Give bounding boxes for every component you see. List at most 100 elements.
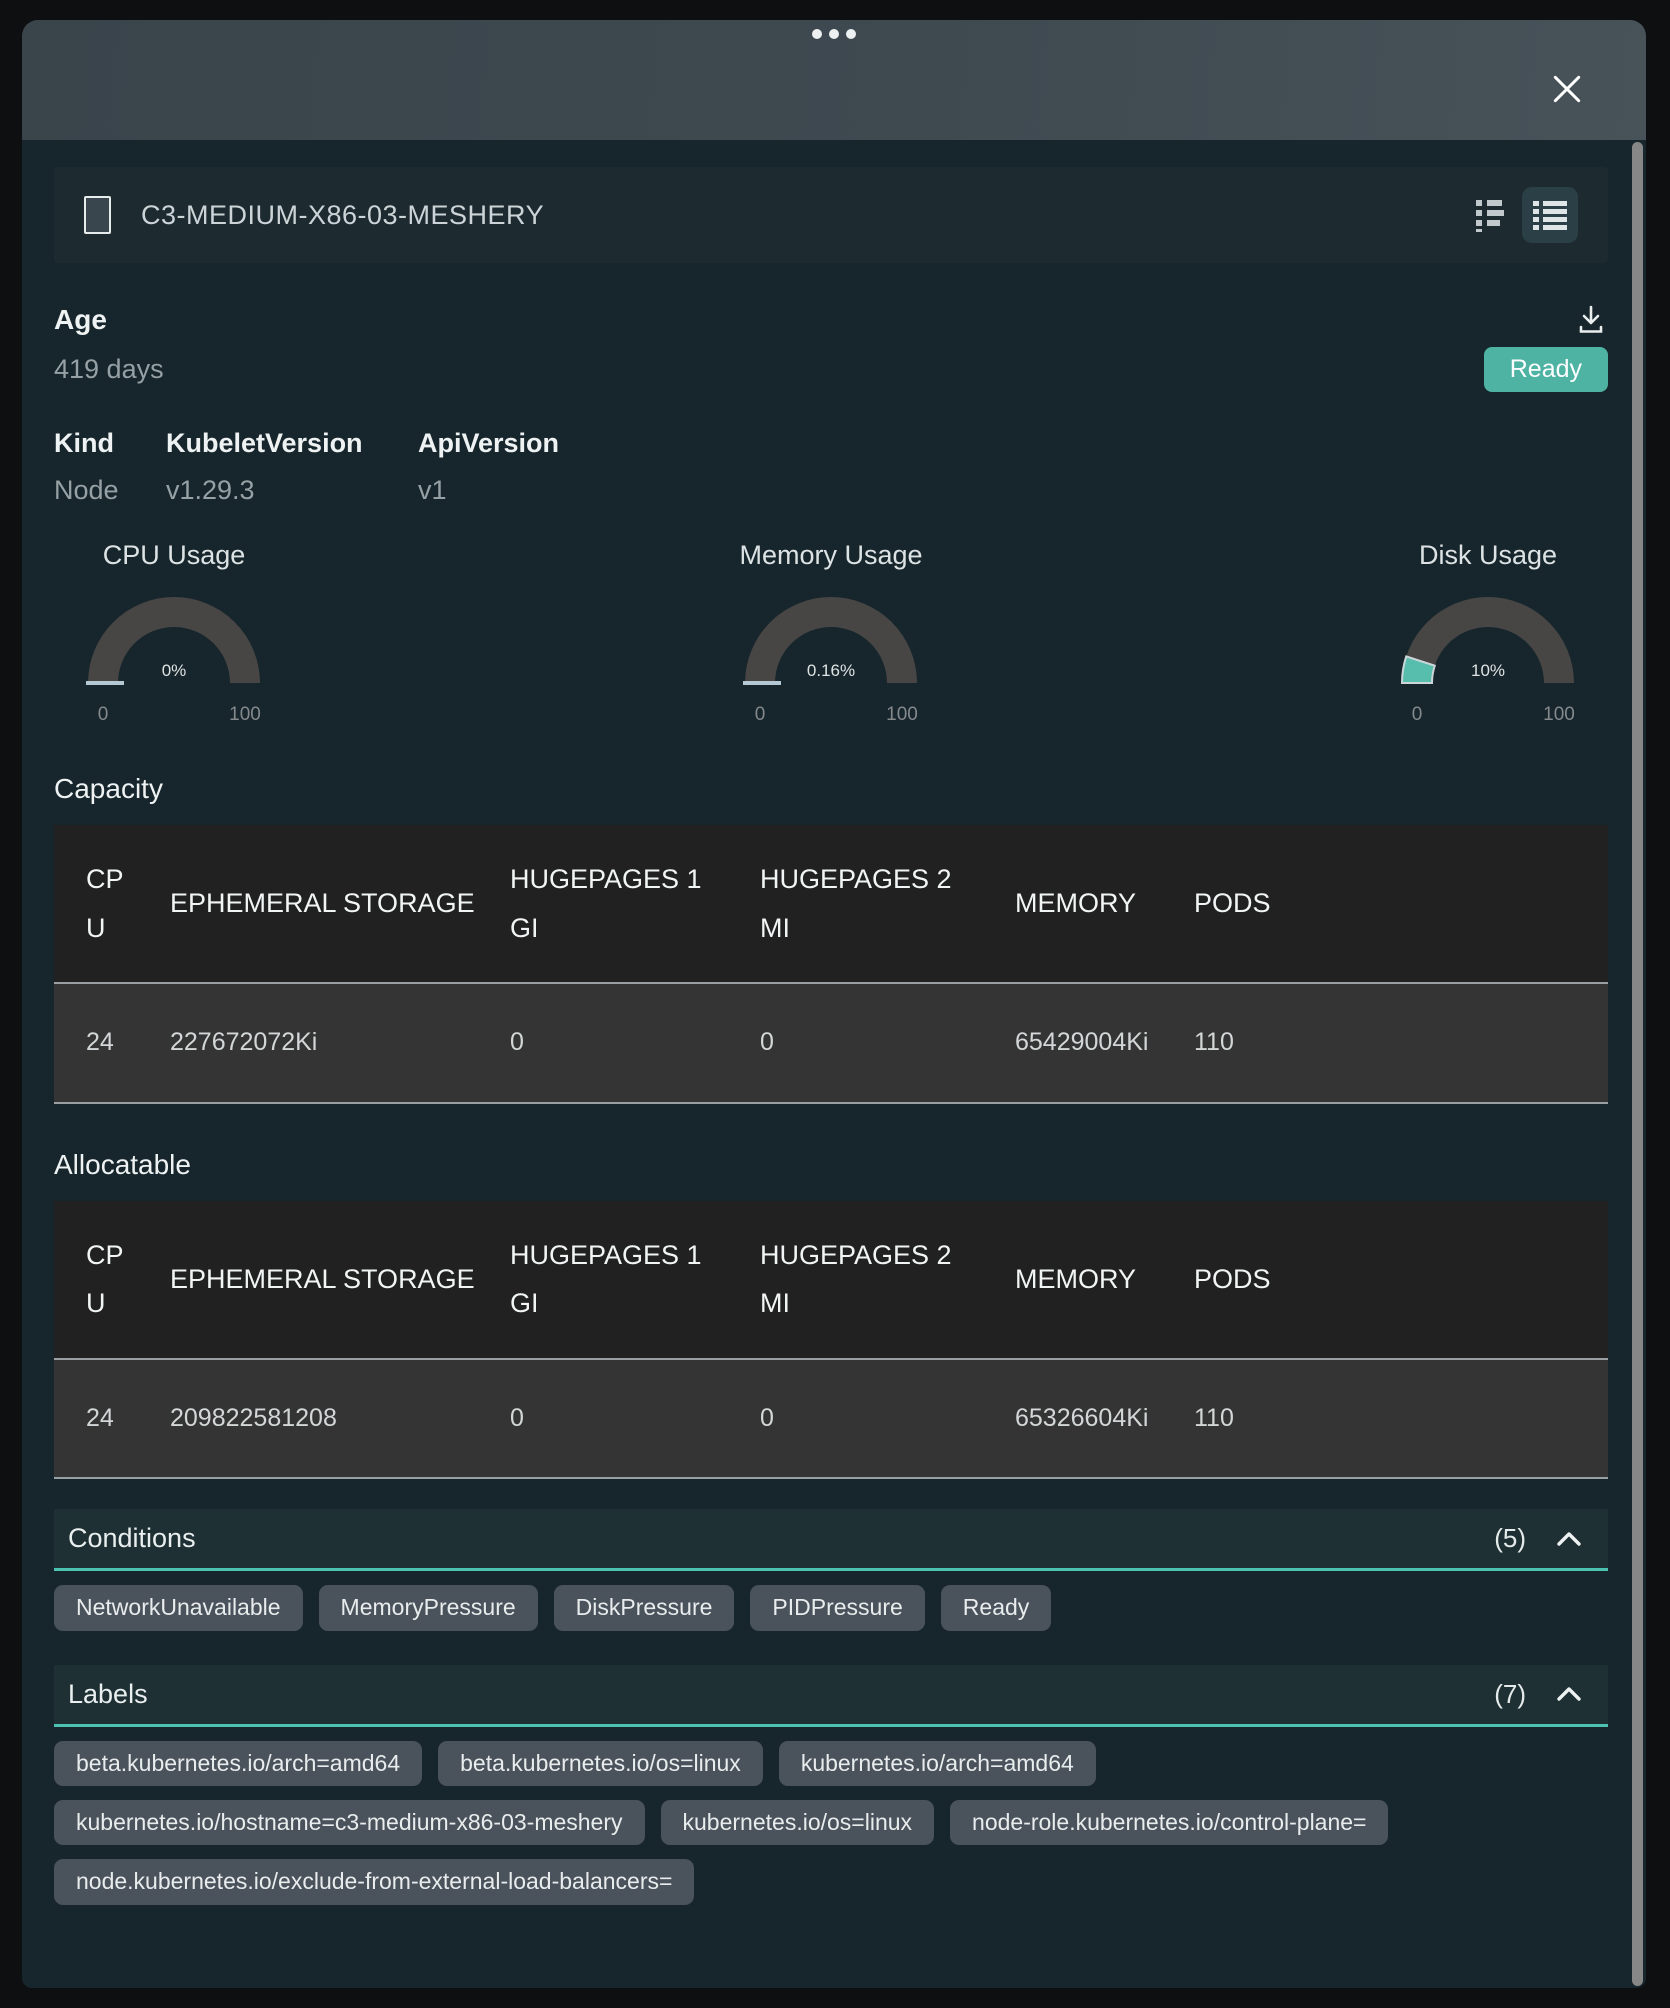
- gauge-chart: 0% 0 100: [64, 575, 284, 725]
- meta-field-label: ApiVersion: [418, 428, 559, 459]
- gauge-min-tick: 0: [98, 704, 109, 725]
- gauge-chart: 10%0100: [1378, 575, 1598, 725]
- node-details-modal: C3-MEDIUM-X86-03-MESHERY: [22, 20, 1646, 1988]
- table-cell: 0: [744, 1359, 999, 1479]
- resource-title: C3-MEDIUM-X86-03-MESHERY: [141, 200, 544, 231]
- gauge-max-tick: 100: [229, 704, 261, 725]
- chevron-up-icon[interactable]: [1556, 1531, 1582, 1547]
- gauge-memory-usage: Memory Usage 0.16% 0 100: [711, 540, 951, 725]
- labels-title: Labels: [68, 1679, 148, 1710]
- gauge-value: 0.16%: [807, 661, 855, 680]
- list-view-button[interactable]: [1522, 187, 1578, 243]
- label-chip: beta.kubernetes.io/os=linux: [438, 1741, 763, 1786]
- meta-field: KubeletVersion v1.29.3: [166, 428, 418, 506]
- gauge-title: Memory Usage: [739, 540, 922, 571]
- capacity-heading: Capacity: [54, 773, 1608, 805]
- gauge-max-tick: 100: [886, 704, 918, 725]
- gauge-disk-usage: Disk Usage10%0100: [1368, 540, 1608, 725]
- conditions-chips: NetworkUnavailable MemoryPressure DiskPres…: [54, 1585, 1608, 1630]
- condition-chip: DiskPressure: [554, 1585, 735, 1630]
- table-cell-filler: [1296, 1359, 1608, 1479]
- meta-field: ApiVersion v1: [418, 428, 559, 506]
- meta-fields: Kind NodeKubeletVersion v1.29.3ApiVersion v…: [54, 428, 1608, 506]
- allocatable-heading: Allocatable: [54, 1149, 1608, 1181]
- condition-chip: NetworkUnavailable: [54, 1585, 303, 1630]
- column-header: HUGEPAGES 1 GI: [494, 825, 744, 983]
- table-row: 242098225812080065326604Ki110: [54, 1359, 1608, 1479]
- list-icon: [1533, 200, 1567, 230]
- column-header: CPU: [54, 1201, 154, 1359]
- chevron-up-icon[interactable]: [1556, 1686, 1582, 1702]
- age-row: Age: [54, 303, 1608, 337]
- gauge-title: Disk Usage: [1419, 540, 1557, 571]
- table-cell: 110: [1178, 1359, 1296, 1479]
- table-row: 24227672072Ki0065429004Ki110: [54, 983, 1608, 1103]
- screen-background: { "header_card": { "title": "C3-MEDIUM-X…: [0, 0, 1670, 2008]
- usage-gauges: CPU Usage 0% 0 100 Memory Usage 0.16% 0 100 Disk…: [54, 540, 1608, 725]
- table-cell: 24: [54, 1359, 154, 1479]
- table-cell: 24: [54, 983, 154, 1103]
- table-cell: 209822581208: [154, 1359, 494, 1479]
- close-icon[interactable]: [1550, 72, 1584, 106]
- label-chip: kubernetes.io/arch=amd64: [779, 1741, 1096, 1786]
- conditions-count: (5): [1494, 1523, 1526, 1554]
- drag-handle-icon[interactable]: [812, 29, 856, 39]
- select-checkbox[interactable]: [84, 196, 111, 234]
- condition-chip: MemoryPressure: [319, 1585, 538, 1630]
- meta-field: Kind Node: [54, 428, 166, 506]
- label-chip: node-role.kubernetes.io/control-plane=: [950, 1800, 1388, 1845]
- conditions-header[interactable]: Conditions (5): [54, 1509, 1608, 1571]
- gauge-cpu-usage: CPU Usage 0% 0 100: [54, 540, 294, 725]
- download-icon[interactable]: [1574, 303, 1608, 337]
- allocatable-table: CPUEPHEMERAL STORAGEHUGEPAGES 1 GIHUGEPA…: [54, 1201, 1608, 1480]
- table-cell: 110: [1178, 983, 1296, 1103]
- gauge-title: CPU Usage: [103, 540, 246, 571]
- column-header: PODS: [1178, 1201, 1296, 1359]
- status-row: 419 days Ready: [54, 347, 1608, 392]
- age-label: Age: [54, 304, 107, 336]
- table-cell: 0: [494, 983, 744, 1103]
- column-header: EPHEMERAL STORAGE: [154, 825, 494, 983]
- label-chip: kubernetes.io/hostname=c3-medium-x86-03-…: [54, 1800, 645, 1845]
- table-cell: 65326604Ki: [999, 1359, 1178, 1479]
- conditions-title: Conditions: [68, 1523, 196, 1554]
- labels-header[interactable]: Labels (7): [54, 1665, 1608, 1727]
- details-view-icon[interactable]: [1476, 198, 1504, 232]
- conditions-header-right: (5): [1494, 1523, 1582, 1554]
- table-header-row: CPUEPHEMERAL STORAGEHUGEPAGES 1 GIHUGEPA…: [54, 825, 1608, 983]
- labels-header-right: (7): [1494, 1679, 1582, 1710]
- labels-count: (7): [1494, 1679, 1526, 1710]
- column-header: MEMORY: [999, 825, 1178, 983]
- column-header: HUGEPAGES 2 MI: [744, 825, 999, 983]
- column-header: HUGEPAGES 2 MI: [744, 1201, 999, 1359]
- gauge-max-tick: 100: [1543, 704, 1575, 725]
- labels-chips: beta.kubernetes.io/arch=amd64 beta.kubern…: [54, 1741, 1608, 1905]
- column-header: EPHEMERAL STORAGE: [154, 1201, 494, 1359]
- table-cell: 227672072Ki: [154, 983, 494, 1103]
- meta-field-label: KubeletVersion: [166, 428, 418, 459]
- modal-body: C3-MEDIUM-X86-03-MESHERY: [22, 140, 1646, 1988]
- table-header-row: CPUEPHEMERAL STORAGEHUGEPAGES 1 GIHUGEPA…: [54, 1201, 1608, 1359]
- column-header: PODS: [1178, 825, 1296, 983]
- meta-field-value: Node: [54, 475, 166, 506]
- gauge-value: 0%: [162, 661, 187, 680]
- modal-header: [22, 20, 1646, 140]
- condition-chip: PIDPressure: [750, 1585, 924, 1630]
- condition-chip: Ready: [941, 1585, 1051, 1630]
- table-cell: 65429004Ki: [999, 983, 1178, 1103]
- age-value: 419 days: [54, 354, 164, 385]
- gauge-chart: 0.16% 0 100: [721, 575, 941, 725]
- column-header-filler: [1296, 825, 1608, 983]
- status-badge: Ready: [1484, 347, 1608, 392]
- gauge-min-tick: 0: [1412, 704, 1423, 725]
- meta-field-value: v1.29.3: [166, 475, 418, 506]
- label-chip: beta.kubernetes.io/arch=amd64: [54, 1741, 422, 1786]
- meta-field-label: Kind: [54, 428, 166, 459]
- label-chip: node.kubernetes.io/exclude-from-external…: [54, 1859, 694, 1904]
- resource-header-card: C3-MEDIUM-X86-03-MESHERY: [54, 167, 1608, 263]
- table-cell: 0: [744, 983, 999, 1103]
- gauge-min-tick: 0: [755, 704, 766, 725]
- column-header: CPU: [54, 825, 154, 983]
- scrollbar-thumb[interactable]: [1632, 142, 1643, 1986]
- meta-field-value: v1: [418, 475, 559, 506]
